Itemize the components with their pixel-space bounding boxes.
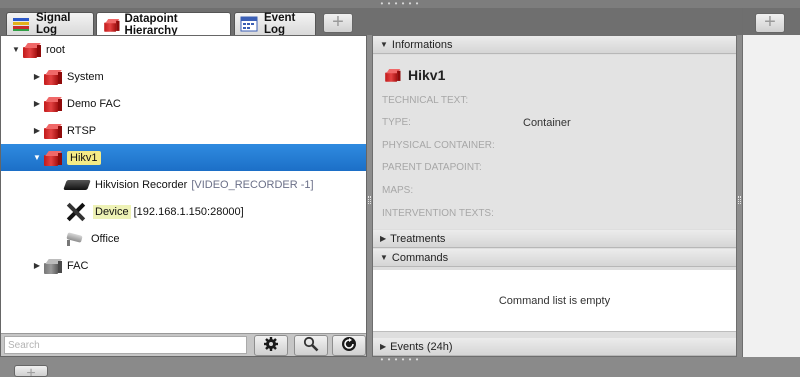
tree-item-label: root — [46, 43, 65, 56]
tree-item-fac[interactable]: ▶ FAC — [1, 252, 366, 279]
add-tab-button[interactable]: + — [323, 12, 353, 33]
tab-event-log[interactable]: Event Log — [234, 12, 316, 36]
collapse-arrow-icon: ▼ — [380, 40, 388, 49]
events-header[interactable]: ▶ Events (24h) — [373, 338, 736, 356]
tree-item-label: Device — [93, 204, 131, 219]
tree-item-root[interactable]: ▼ root — [1, 36, 366, 63]
collapse-arrow-icon[interactable]: ▼ — [32, 153, 42, 162]
info-label: PARENT DATAPOINT: — [382, 162, 482, 173]
section-title: Informations — [391, 38, 453, 51]
expand-arrow-icon: ▶ — [380, 342, 387, 351]
gear-icon — [263, 336, 279, 355]
info-row-physical-container: PHYSICAL CONTAINER: — [382, 140, 732, 151]
expand-arrow-icon[interactable]: ▶ — [32, 126, 42, 135]
container-icon — [42, 95, 62, 113]
container-icon — [42, 68, 62, 86]
command-list: Command list is empty — [373, 270, 736, 332]
section-title: Events (24h) — [390, 340, 453, 353]
info-row-intervention-texts: INTERVENTION TEXTS: — [382, 208, 732, 219]
tab-label: Event Log — [264, 12, 296, 36]
refresh-icon — [341, 336, 357, 355]
tree-item-label: Hikv1 — [67, 150, 101, 165]
tree-item-label: Office — [91, 232, 120, 245]
tree-item-office[interactable]: Office — [1, 225, 366, 252]
informations-header[interactable]: ▼ Informations — [373, 36, 736, 54]
datapoint-title: Hikv1 — [382, 66, 445, 84]
container-icon — [42, 149, 62, 167]
expand-arrow-icon[interactable]: ▶ — [32, 72, 42, 81]
expand-arrow-icon: ▶ — [380, 234, 387, 243]
container-icon — [42, 122, 62, 140]
section-title: Commands — [391, 251, 449, 264]
signal-log-icon — [12, 16, 30, 32]
event-log-icon — [240, 16, 258, 32]
tree-item-address: [192.168.1.150:28000] — [133, 205, 244, 218]
tab-label: Signal Log — [36, 12, 71, 36]
informations-body: Hikv1 TECHNICAL TEXT: TYPE: Container PH… — [373, 55, 736, 229]
info-label: TECHNICAL TEXT: — [382, 95, 469, 106]
tree-item-type: [VIDEO_RECORDER -1] — [191, 178, 314, 191]
info-label: MAPS: — [382, 185, 414, 196]
map-container-icon — [42, 257, 62, 275]
expand-arrow-icon[interactable]: ▶ — [32, 99, 42, 108]
datapoint-name: Hikv1 — [408, 67, 446, 83]
expand-arrow-icon[interactable]: ▶ — [32, 261, 42, 270]
datapoint-hierarchy-icon — [102, 17, 120, 33]
tree-item-system[interactable]: ▶ System — [1, 63, 366, 90]
tools-icon — [65, 202, 87, 222]
add-tab-button[interactable]: + — [755, 12, 785, 33]
tree-item-hikv1[interactable]: ▼ Hikv1 — [1, 144, 366, 171]
search-button[interactable] — [294, 335, 328, 356]
treatments-header[interactable]: ▶ Treatments — [373, 230, 736, 248]
search-icon — [303, 336, 319, 355]
commands-header[interactable]: ▼ Commands — [373, 249, 736, 267]
tree-item-label: Demo FAC — [67, 97, 121, 110]
info-row-type: TYPE: Container — [382, 117, 732, 129]
settings-button[interactable] — [254, 335, 288, 356]
camera-icon — [65, 231, 85, 247]
info-value: Container — [523, 117, 571, 129]
tree-item-label: FAC — [67, 259, 89, 272]
info-row-parent-datapoint: PARENT DATAPOINT: — [382, 162, 732, 173]
tab-signal-log[interactable]: Signal Log — [6, 12, 94, 36]
info-row-maps: MAPS: — [382, 185, 732, 196]
container-icon — [21, 41, 41, 59]
bottom-splitter[interactable]: • • • • • • + — [0, 356, 800, 377]
details-panel: ▼ Informations Hikv1 TECHNICAL TEXT: TYP… — [372, 35, 737, 357]
info-label: INTERVENTION TEXTS: — [382, 208, 494, 219]
tree-item-hikvision-recorder[interactable]: Hikvision Recorder [VIDEO_RECORDER -1] — [1, 171, 366, 198]
tab-label: Datapoint Hierarchy — [124, 12, 178, 37]
tree-item-demo-fac[interactable]: ▶ Demo FAC — [1, 90, 366, 117]
tree-item-label: RTSP — [67, 124, 97, 137]
search-toolbar — [1, 333, 366, 356]
tree-item-label: System — [67, 70, 104, 83]
empty-message: Command list is empty — [498, 294, 611, 307]
tab-datapoint-hierarchy[interactable]: Datapoint Hierarchy — [96, 12, 231, 37]
video-recorder-icon — [63, 179, 91, 190]
tree-item-label: Hikvision Recorder — [95, 178, 188, 191]
tree-item-device[interactable]: Device [192.168.1.150:28000] — [1, 198, 366, 225]
tab-bar: Signal Log Datapoint Hierarchy Event Log… — [0, 8, 800, 37]
refresh-button[interactable] — [332, 335, 366, 356]
info-row-technical-text: TECHNICAL TEXT: — [382, 95, 732, 106]
search-input[interactable] — [4, 336, 247, 354]
expand-arrow-icon[interactable]: ▼ — [11, 45, 21, 54]
collapse-arrow-icon: ▼ — [380, 253, 388, 262]
section-title: Treatments — [390, 232, 446, 245]
hierarchy-panel: ▼ root ▶ System ▶ Demo FAC ▶ RTSP ▼ Hikv… — [0, 35, 367, 357]
right-tab-bar: + — [743, 8, 800, 35]
top-splitter[interactable]: • • • • • • — [0, 0, 800, 8]
add-tab-button[interactable]: + — [14, 365, 48, 377]
tree-item-rtsp[interactable]: ▶ RTSP — [1, 117, 366, 144]
right-panel: + — [742, 8, 800, 357]
info-label: TYPE: — [382, 117, 411, 128]
info-label: PHYSICAL CONTAINER: — [382, 140, 495, 151]
container-icon — [384, 67, 401, 82]
datapoint-tree: ▼ root ▶ System ▶ Demo FAC ▶ RTSP ▼ Hikv… — [1, 36, 366, 332]
